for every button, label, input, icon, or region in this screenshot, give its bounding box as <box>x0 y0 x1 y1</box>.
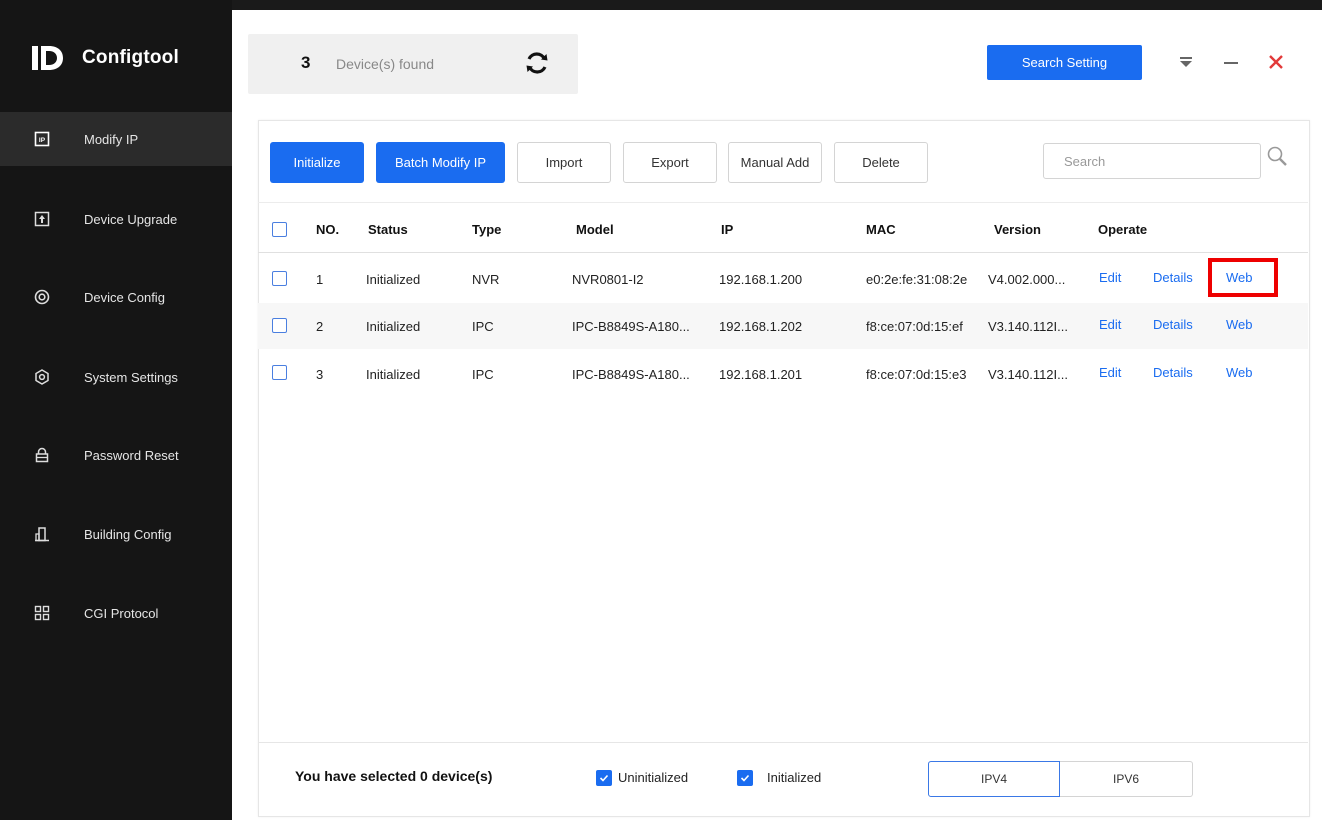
manual-add-button[interactable]: Manual Add <box>728 142 822 183</box>
minimize-icon[interactable] <box>1222 54 1240 70</box>
target-icon <box>33 288 51 306</box>
sidebar-item-device-config[interactable]: Device Config <box>0 270 232 324</box>
details-link[interactable]: Details <box>1153 317 1193 332</box>
selected-count-text: You have selected 0 device(s) <box>295 768 493 784</box>
column-header-mac: MAC <box>866 222 896 237</box>
row-ip: 192.168.1.200 <box>719 272 803 287</box>
sidebar-item-building-config[interactable]: Building Config <box>0 507 232 561</box>
sidebar-item-password-reset[interactable]: Password Reset <box>0 428 232 482</box>
edit-link[interactable]: Edit <box>1099 317 1121 332</box>
row-ip: 192.168.1.202 <box>719 319 803 334</box>
table-top-divider <box>258 202 1308 203</box>
export-button[interactable]: Export <box>623 142 717 183</box>
select-all-checkbox[interactable] <box>272 222 287 237</box>
delete-button[interactable]: Delete <box>834 142 928 183</box>
footer-divider <box>258 742 1308 743</box>
gear-hex-icon <box>33 368 51 386</box>
row-checkbox[interactable] <box>272 318 287 333</box>
search-input[interactable] <box>1043 143 1261 179</box>
ipv4-tab[interactable]: IPV4 <box>928 761 1060 797</box>
sidebar-item-label: Modify IP <box>84 131 139 147</box>
row-version: V3.140.112I... <box>988 319 1068 334</box>
check-icon <box>740 774 750 782</box>
sidebar-item-label: Device Upgrade <box>84 211 178 227</box>
column-header-version: Version <box>994 222 1041 237</box>
device-count: 3 <box>301 53 311 72</box>
uninitialized-filter-checkbox[interactable] <box>596 770 612 786</box>
row-no: 2 <box>316 319 324 334</box>
row-type: NVR <box>472 272 500 287</box>
search-icon[interactable] <box>1266 145 1288 167</box>
column-header-ip: IP <box>721 222 734 237</box>
uninitialized-filter-label: Uninitialized <box>618 770 689 785</box>
sidebar-item-label: Device Config <box>84 289 165 305</box>
column-header-type: Type <box>472 222 502 237</box>
edit-link[interactable]: Edit <box>1099 365 1121 380</box>
grid-icon <box>33 604 51 622</box>
row-no: 3 <box>316 367 324 382</box>
sidebar-item-label: CGI Protocol <box>84 605 159 621</box>
app-name: Configtool <box>82 47 179 68</box>
row-model: IPC-B8849S-A180... <box>572 367 690 382</box>
device-count-label: Device(s) found <box>336 56 435 72</box>
close-icon[interactable] <box>1266 52 1286 72</box>
column-header-no: NO. <box>316 222 340 237</box>
devices-found-box: 3 Device(s) found <box>248 34 578 94</box>
row-model: IPC-B8849S-A180... <box>572 319 690 334</box>
device-list-panel <box>258 120 1310 817</box>
sidebar-item-modify-ip[interactable]: IP Modify IP <box>0 112 232 166</box>
web-link[interactable]: Web <box>1226 365 1253 380</box>
edit-link[interactable]: Edit <box>1099 270 1121 285</box>
sidebar-item-cgi-protocol[interactable]: CGI Protocol <box>0 586 232 640</box>
upload-icon <box>33 210 51 228</box>
sidebar: Configtool IP Modify IP Device Upgrade D… <box>0 0 232 820</box>
row-no: 1 <box>316 272 324 287</box>
row-mac: f8:ce:07:0d:15:e3 <box>866 367 967 382</box>
details-link[interactable]: Details <box>1153 365 1193 380</box>
sidebar-item-label: System Settings <box>84 369 178 385</box>
ip-icon: IP <box>33 130 51 148</box>
row-model: NVR0801-I2 <box>572 272 644 287</box>
building-icon <box>33 525 51 543</box>
column-header-operate: Operate <box>1098 222 1148 237</box>
batch-modify-ip-button[interactable]: Batch Modify IP <box>376 142 505 183</box>
svg-text:IP: IP <box>39 137 46 144</box>
app-logo: Configtool <box>30 38 179 78</box>
import-button[interactable]: Import <box>517 142 611 183</box>
row-status: Initialized <box>366 272 421 287</box>
refresh-icon[interactable] <box>524 50 550 76</box>
sidebar-item-label: Password Reset <box>84 447 179 463</box>
row-ip: 192.168.1.201 <box>719 367 803 382</box>
row-mac: f8:ce:07:0d:15:ef <box>866 319 963 334</box>
search-setting-button[interactable]: Search Setting <box>987 45 1142 80</box>
row-version: V4.002.000... <box>988 272 1066 287</box>
logo-mark-icon <box>32 46 63 70</box>
lock-icon <box>33 446 51 464</box>
row-mac: e0:2e:fe:31:08:2e <box>866 272 968 287</box>
ipv6-tab[interactable]: IPV6 <box>1060 761 1193 797</box>
sidebar-item-label: Building Config <box>84 526 172 542</box>
sidebar-item-system-settings[interactable]: System Settings <box>0 350 232 404</box>
row-version: V3.140.112I... <box>988 367 1068 382</box>
web-link-highlight <box>1208 258 1278 297</box>
row-status: Initialized <box>366 319 421 334</box>
details-link[interactable]: Details <box>1153 270 1193 285</box>
row-type: IPC <box>472 319 494 334</box>
row-type: IPC <box>472 367 494 382</box>
row-checkbox[interactable] <box>272 365 287 380</box>
column-header-status: Status <box>368 222 408 237</box>
title-strip <box>232 0 1322 10</box>
initialized-filter-checkbox[interactable] <box>737 770 753 786</box>
check-icon <box>599 774 609 782</box>
initialized-filter-label: Initialized <box>767 770 822 785</box>
menu-dropdown-icon[interactable] <box>1178 54 1194 70</box>
row-checkbox[interactable] <box>272 271 287 286</box>
initialize-button[interactable]: Initialize <box>270 142 364 183</box>
row-status: Initialized <box>366 367 421 382</box>
table-header-divider <box>258 252 1308 253</box>
column-header-model: Model <box>576 222 614 237</box>
sidebar-item-device-upgrade[interactable]: Device Upgrade <box>0 192 232 246</box>
web-link[interactable]: Web <box>1226 317 1253 332</box>
